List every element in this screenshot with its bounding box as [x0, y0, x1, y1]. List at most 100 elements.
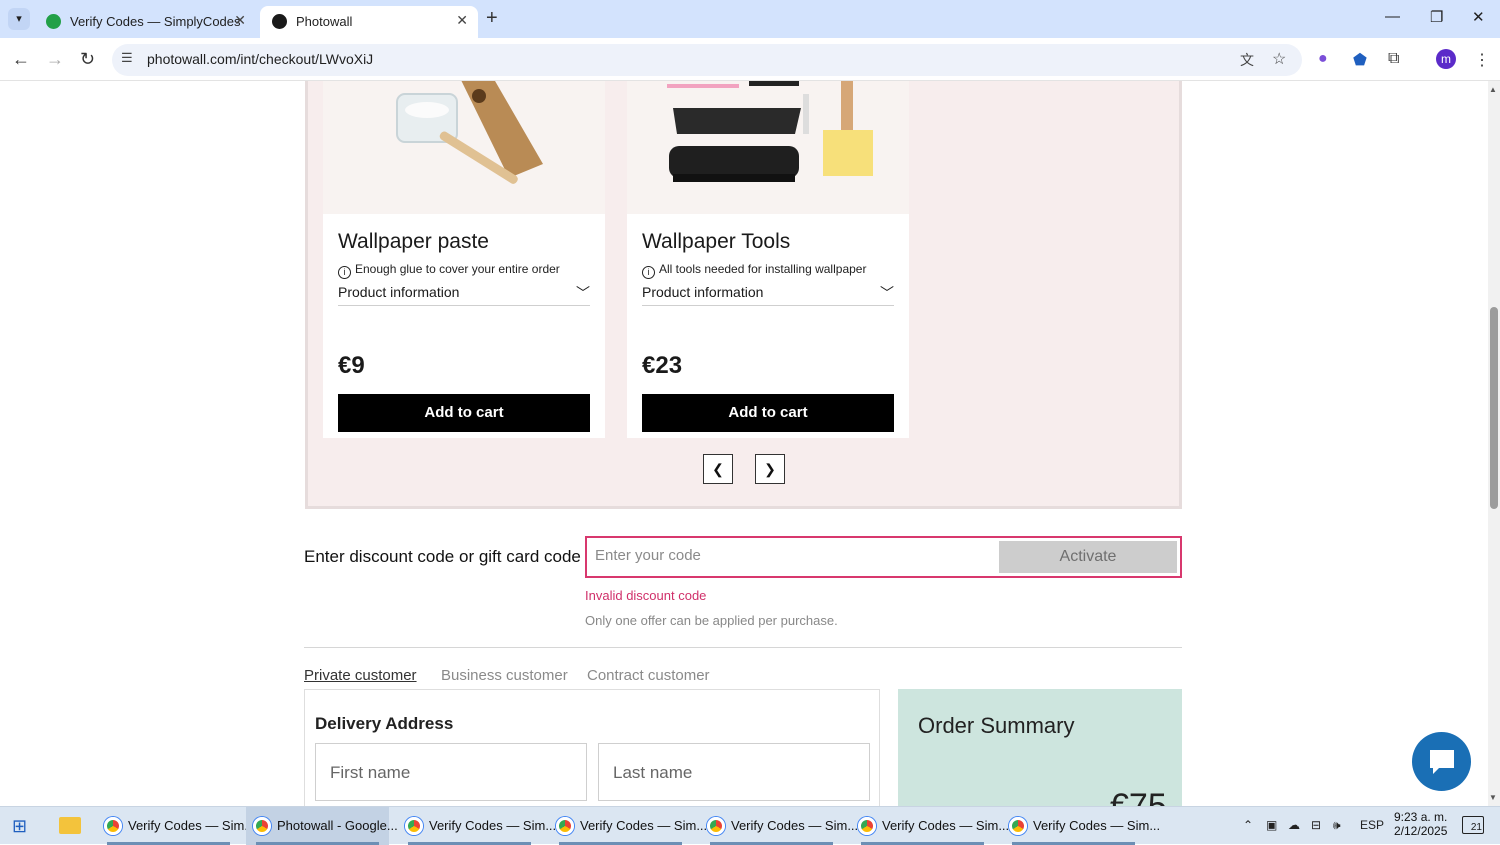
simplycodes-favicon-icon [46, 14, 61, 29]
wallpaper-tools-image [627, 81, 909, 214]
taskbar-window-label: Verify Codes — Sim... [731, 818, 859, 833]
add-to-cart-button[interactable]: Add to cart [338, 394, 590, 432]
tab-business-customer[interactable]: Business customer [441, 667, 568, 684]
discount-error-message: Invalid discount code [585, 588, 707, 603]
description-text: All tools needed for installing wallpape… [659, 262, 867, 276]
info-icon: i [642, 266, 655, 279]
taskbar-window[interactable]: Verify Codes — Sim... [97, 807, 255, 845]
tab-title: Verify Codes — SimplyCodes [70, 14, 241, 29]
close-window-icon[interactable]: ✕ [1472, 8, 1485, 26]
discount-note: Only one offer can be applied per purcha… [585, 613, 838, 628]
taskbar-window[interactable]: Verify Codes — Sim... [851, 807, 1009, 845]
order-summary-panel: Order Summary €75 [898, 689, 1182, 806]
description-text: Enough glue to cover your entire order [355, 262, 560, 276]
chrome-icon [858, 817, 876, 835]
carousel-prev-button[interactable]: ❮ [703, 454, 733, 484]
chrome-icon [1009, 817, 1027, 835]
wallpaper-paste-image [323, 81, 605, 214]
profile-avatar[interactable]: m [1436, 49, 1456, 69]
first-name-field[interactable] [315, 743, 587, 801]
back-icon[interactable]: ← [12, 49, 30, 70]
tab-private-customer[interactable]: Private customer [304, 667, 417, 684]
activate-button[interactable]: Activate [999, 541, 1177, 573]
tab-contract-customer[interactable]: Contract customer [587, 667, 710, 684]
show-hidden-icons-icon[interactable]: ⌃ [1243, 818, 1253, 832]
windows-start-icon[interactable]: ⊞ [12, 816, 27, 837]
network-icon[interactable]: ⊟ [1311, 818, 1321, 832]
restore-icon[interactable]: ❐ [1430, 8, 1443, 26]
product-info-label: Product information [642, 284, 764, 300]
minimize-icon[interactable]: — [1385, 8, 1400, 25]
taskbar-window[interactable]: Verify Codes — Sim... [549, 807, 707, 845]
product-description: i Enough glue to cover your entire order [338, 262, 560, 279]
chevron-left-icon: ❮ [712, 461, 724, 477]
clock-time: 9:23 a. m. [1394, 810, 1448, 824]
product-information-toggle[interactable]: Product information ﹀ [642, 284, 894, 306]
onedrive-cloud-icon[interactable]: ☁ [1288, 818, 1300, 832]
new-tab-plus-icon[interactable]: + [486, 7, 498, 30]
photowall-favicon-icon [272, 14, 287, 29]
chat-button[interactable] [1412, 732, 1471, 791]
scrollbar-thumb[interactable] [1490, 307, 1498, 509]
chrome-icon [253, 817, 271, 835]
chevron-right-icon: ❯ [764, 461, 776, 477]
volume-icon[interactable]: 🕪 [1333, 818, 1341, 833]
language-indicator[interactable]: ESP [1360, 818, 1384, 832]
taskbar-window-label: Verify Codes — Sim... [429, 818, 557, 833]
delivery-address-title: Delivery Address [315, 714, 454, 733]
order-total: €75 [1110, 787, 1167, 806]
tab-verify-codes[interactable]: Verify Codes — SimplyCodes ✕ [34, 6, 256, 38]
notification-center-icon[interactable]: 21 [1462, 816, 1484, 834]
taskbar-window-label: Verify Codes — Sim... [128, 818, 256, 833]
taskbar-window-label: Photowall - Google... [277, 818, 398, 833]
add-to-cart-button[interactable]: Add to cart [642, 394, 894, 432]
product-information-toggle[interactable]: Product information ﹀ [338, 284, 590, 306]
product-price: €9 [338, 352, 365, 379]
chrome-icon [556, 817, 574, 835]
reload-icon[interactable]: ↻ [80, 49, 95, 70]
extension-icon[interactable]: ● [1318, 50, 1328, 68]
browser-menu-icon[interactable]: ⋮ [1474, 50, 1490, 70]
scroll-up-icon[interactable]: ▲ [1489, 85, 1497, 94]
address-bar[interactable]: ☰ photowall.com/int/checkout/LWvoXiJ 文 ☆ [112, 44, 1302, 76]
last-name-field[interactable] [598, 743, 870, 801]
product-card: Wallpaper Tools i All tools needed for in… [627, 81, 909, 438]
taskbar-window-label: Verify Codes — Sim... [1033, 818, 1161, 833]
scroll-down-icon[interactable]: ▼ [1489, 793, 1497, 802]
taskbar-window-label: Verify Codes — Sim... [580, 818, 708, 833]
taskbar-window[interactable]: Verify Codes — Sim... [398, 807, 556, 845]
carousel-next-button[interactable]: ❯ [755, 454, 785, 484]
forward-icon[interactable]: → [46, 49, 64, 70]
delivery-address-form: Delivery Address [304, 689, 880, 806]
clock[interactable]: 9:23 a. m. 2/12/2025 [1394, 810, 1447, 838]
chevron-down-icon: ﹀ [880, 285, 894, 301]
taskbar-window-active[interactable]: Photowall - Google... [246, 807, 398, 845]
tab-title: Photowall [296, 14, 353, 29]
discount-code-label: Enter discount code or gift card code [304, 547, 581, 566]
translate-icon[interactable]: 文 [1240, 50, 1254, 70]
file-explorer-icon[interactable] [59, 817, 81, 834]
url-text: photowall.com/int/checkout/LWvoXiJ [147, 51, 374, 67]
taskbar-window[interactable]: Verify Codes — Sim... [700, 807, 858, 845]
upsell-carousel: Wallpaper paste i Enough glue to cover yo… [305, 81, 1182, 509]
close-tab-icon[interactable]: ✕ [456, 12, 468, 29]
shield-extension-icon[interactable]: ⬟ [1353, 50, 1367, 70]
info-icon: i [338, 266, 351, 279]
meet-now-icon[interactable]: ▣ [1266, 818, 1277, 832]
extensions-puzzle-icon[interactable]: ⧉ [1388, 50, 1399, 68]
discount-code-form: Activate [585, 536, 1182, 578]
discount-code-input[interactable] [595, 547, 985, 564]
last-name-input[interactable] [613, 763, 853, 783]
tab-photowall[interactable]: Photowall ✕ [260, 6, 478, 38]
chat-bubble-icon [1430, 750, 1454, 774]
chrome-icon [707, 817, 725, 835]
page-scrollbar[interactable]: ▲ ▼ [1488, 81, 1500, 806]
close-tab-icon[interactable]: ✕ [234, 12, 246, 29]
bookmark-star-icon[interactable]: ☆ [1272, 49, 1286, 69]
product-name: Wallpaper Tools [642, 230, 791, 253]
taskbar-window[interactable]: Verify Codes — Sim... [1002, 807, 1160, 845]
tab-search-icon[interactable]: ▾ [8, 8, 30, 30]
site-info-icon[interactable]: ☰ [121, 50, 133, 66]
chrome-icon [104, 817, 122, 835]
first-name-input[interactable] [330, 763, 570, 783]
